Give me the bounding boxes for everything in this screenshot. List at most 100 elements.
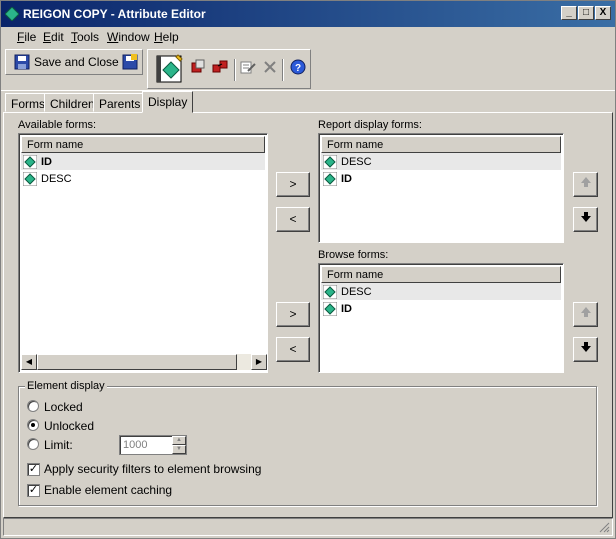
title-bar[interactable]: REIGON COPY - Attribute Editor _ □ X <box>1 1 615 27</box>
relationship-icon <box>212 60 228 73</box>
menu-file-rest: ile <box>24 30 37 44</box>
toolbar-area: Save and Close ? <box>1 47 615 91</box>
menu-tools[interactable]: Tools <box>71 30 99 44</box>
report-display-forms-list[interactable]: Form name DESC ID <box>318 133 564 243</box>
form-icon <box>323 171 337 186</box>
status-bar <box>3 518 613 536</box>
list-item[interactable]: DESC <box>21 170 265 187</box>
browse-forms-list[interactable]: Form name DESC ID <box>318 263 564 373</box>
report-move-down-button[interactable] <box>573 207 598 232</box>
menu-help[interactable]: Help <box>154 30 179 44</box>
menu-file[interactable]: File <box>17 30 36 44</box>
menu-edit[interactable]: Edit <box>43 30 64 44</box>
form-name: ID <box>341 302 352 315</box>
form-name: ID <box>341 172 352 185</box>
edit-icon <box>240 61 256 74</box>
list-item[interactable]: DESC <box>321 283 561 300</box>
enable-caching-label: Enable element caching <box>44 483 173 497</box>
menu-window[interactable]: Window <box>107 30 150 44</box>
attribute-icon <box>5 7 19 21</box>
form-icon <box>23 154 37 169</box>
tab-display[interactable]: Display <box>142 91 194 113</box>
unlocked-label: Unlocked <box>44 419 95 433</box>
close-button[interactable]: X <box>595 6 611 20</box>
limit-spinner[interactable]: 1000 ▲ ▼ <box>119 435 187 455</box>
attribute-editor-icon <box>156 54 183 83</box>
locked-label: Locked <box>44 400 83 414</box>
scroll-left-arrow-icon[interactable]: ◀ <box>21 354 37 370</box>
form-name: DESC <box>341 155 372 168</box>
hierarchy-button[interactable] <box>190 59 206 75</box>
save-icon <box>14 54 30 70</box>
list-item[interactable]: ID <box>321 300 561 317</box>
help-icon: ? <box>290 59 306 75</box>
resize-grip-icon[interactable] <box>598 521 610 533</box>
browse-forms-header[interactable]: Form name <box>321 266 561 283</box>
form-icon <box>323 284 337 299</box>
apply-security-label: Apply security filters to element browsi… <box>44 462 262 476</box>
menu-help-mnemonic: H <box>154 30 163 44</box>
save-close-label: Save and Close <box>34 55 119 69</box>
browse-forms-label: Browse forms: <box>318 249 389 261</box>
edit-button[interactable] <box>240 59 256 75</box>
tab-parents[interactable]: Parents <box>93 93 147 112</box>
add-to-browse-button[interactable]: > <box>276 302 310 327</box>
form-name: DESC <box>41 172 72 185</box>
cube-icon <box>191 59 205 73</box>
available-forms-list[interactable]: Form name ID DESC ◀ ▶ <box>18 133 268 373</box>
help-button[interactable]: ? <box>290 59 306 75</box>
arrow-down-icon <box>580 342 591 352</box>
menu-help-rest: elp <box>162 30 179 44</box>
enable-caching-checkbox[interactable]: ✓ <box>27 484 40 497</box>
toolbar-separator-2 <box>282 59 284 81</box>
unlocked-radio[interactable] <box>27 419 39 431</box>
locked-radio[interactable] <box>27 400 39 412</box>
minimize-button[interactable]: _ <box>561 6 577 20</box>
menu-tools-rest: ools <box>77 30 100 44</box>
arrow-up-icon <box>580 307 591 317</box>
attribute-editor-window: REIGON COPY - Attribute Editor _ □ X Fil… <box>0 0 616 539</box>
toolbar-save: Save and Close <box>5 49 143 75</box>
spinner-buttons[interactable]: ▲ ▼ <box>172 436 186 454</box>
svg-text:?: ? <box>295 63 301 74</box>
remove-from-browse-button[interactable]: < <box>276 337 310 362</box>
scroll-right-arrow-icon[interactable]: ▶ <box>251 354 267 370</box>
form-name: ID <box>41 155 52 168</box>
delete-icon <box>264 61 276 73</box>
browse-move-down-button[interactable] <box>573 337 598 362</box>
add-to-report-button[interactable]: > <box>276 172 310 197</box>
limit-label: Limit: <box>44 438 73 452</box>
limit-radio[interactable] <box>27 438 39 450</box>
limit-value: 1000 <box>123 439 148 451</box>
browse-move-up-button[interactable] <box>573 302 598 327</box>
report-move-up-button[interactable] <box>573 172 598 197</box>
save-button[interactable] <box>122 54 138 70</box>
form-icon <box>23 171 37 186</box>
element-display-title: Element display <box>25 380 107 392</box>
maximize-button[interactable]: □ <box>578 6 594 20</box>
menu-edit-rest: dit <box>51 30 64 44</box>
menu-bar: File Edit Tools Window Help <box>1 27 615 47</box>
toolbar-separator <box>234 59 236 81</box>
form-icon <box>323 301 337 316</box>
list-item[interactable]: ID <box>321 170 561 187</box>
form-name: DESC <box>341 285 372 298</box>
spin-up-icon[interactable]: ▲ <box>172 436 186 445</box>
list-item[interactable]: ID <box>21 153 265 170</box>
relationships-button[interactable] <box>212 59 228 75</box>
horizontal-scrollbar[interactable]: ◀ ▶ <box>21 354 267 370</box>
delete-button[interactable] <box>262 59 278 75</box>
remove-from-report-button[interactable]: < <box>276 207 310 232</box>
report-display-forms-header[interactable]: Form name <box>321 136 561 153</box>
menu-window-mnemonic: W <box>107 30 119 44</box>
report-display-forms-label: Report display forms: <box>318 119 422 131</box>
menu-window-rest: indow <box>118 30 150 44</box>
attribute-properties-button[interactable] <box>154 54 184 84</box>
scrollbar-thumb[interactable] <box>37 354 237 370</box>
available-forms-header[interactable]: Form name <box>21 136 265 153</box>
list-item[interactable]: DESC <box>321 153 561 170</box>
apply-security-checkbox[interactable]: ✓ <box>27 463 40 476</box>
spin-down-icon[interactable]: ▼ <box>172 445 186 454</box>
save-close-button[interactable]: Save and Close <box>14 54 119 70</box>
form-icon <box>323 154 337 169</box>
